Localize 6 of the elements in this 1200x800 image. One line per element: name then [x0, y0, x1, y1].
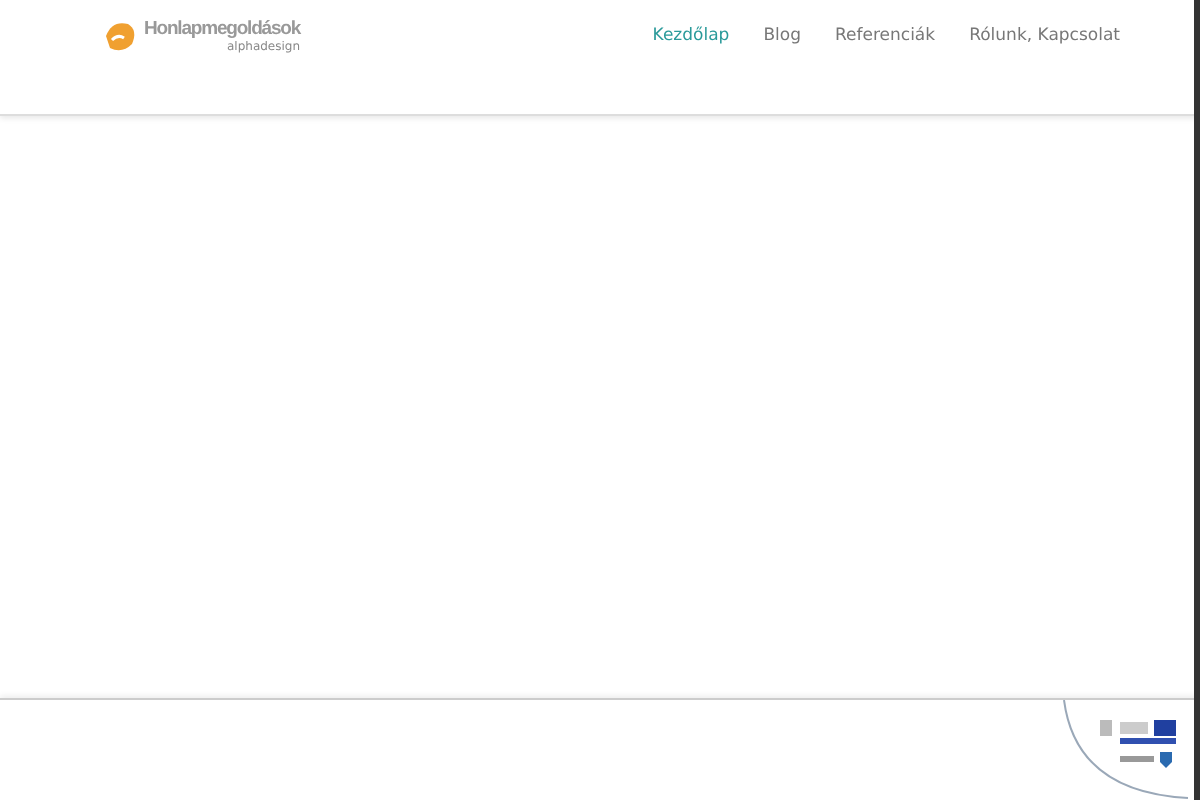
nav-link[interactable]: Rólunk, Kapcsolat — [969, 26, 1120, 46]
nav-link[interactable]: Blog — [763, 26, 801, 46]
nav-link[interactable]: Kezdőlap — [652, 26, 730, 46]
scrollbar[interactable] — [1194, 0, 1200, 800]
nav-link[interactable]: Referenciák — [835, 26, 936, 46]
logo-name: Honlapmegoldások — [144, 18, 301, 40]
